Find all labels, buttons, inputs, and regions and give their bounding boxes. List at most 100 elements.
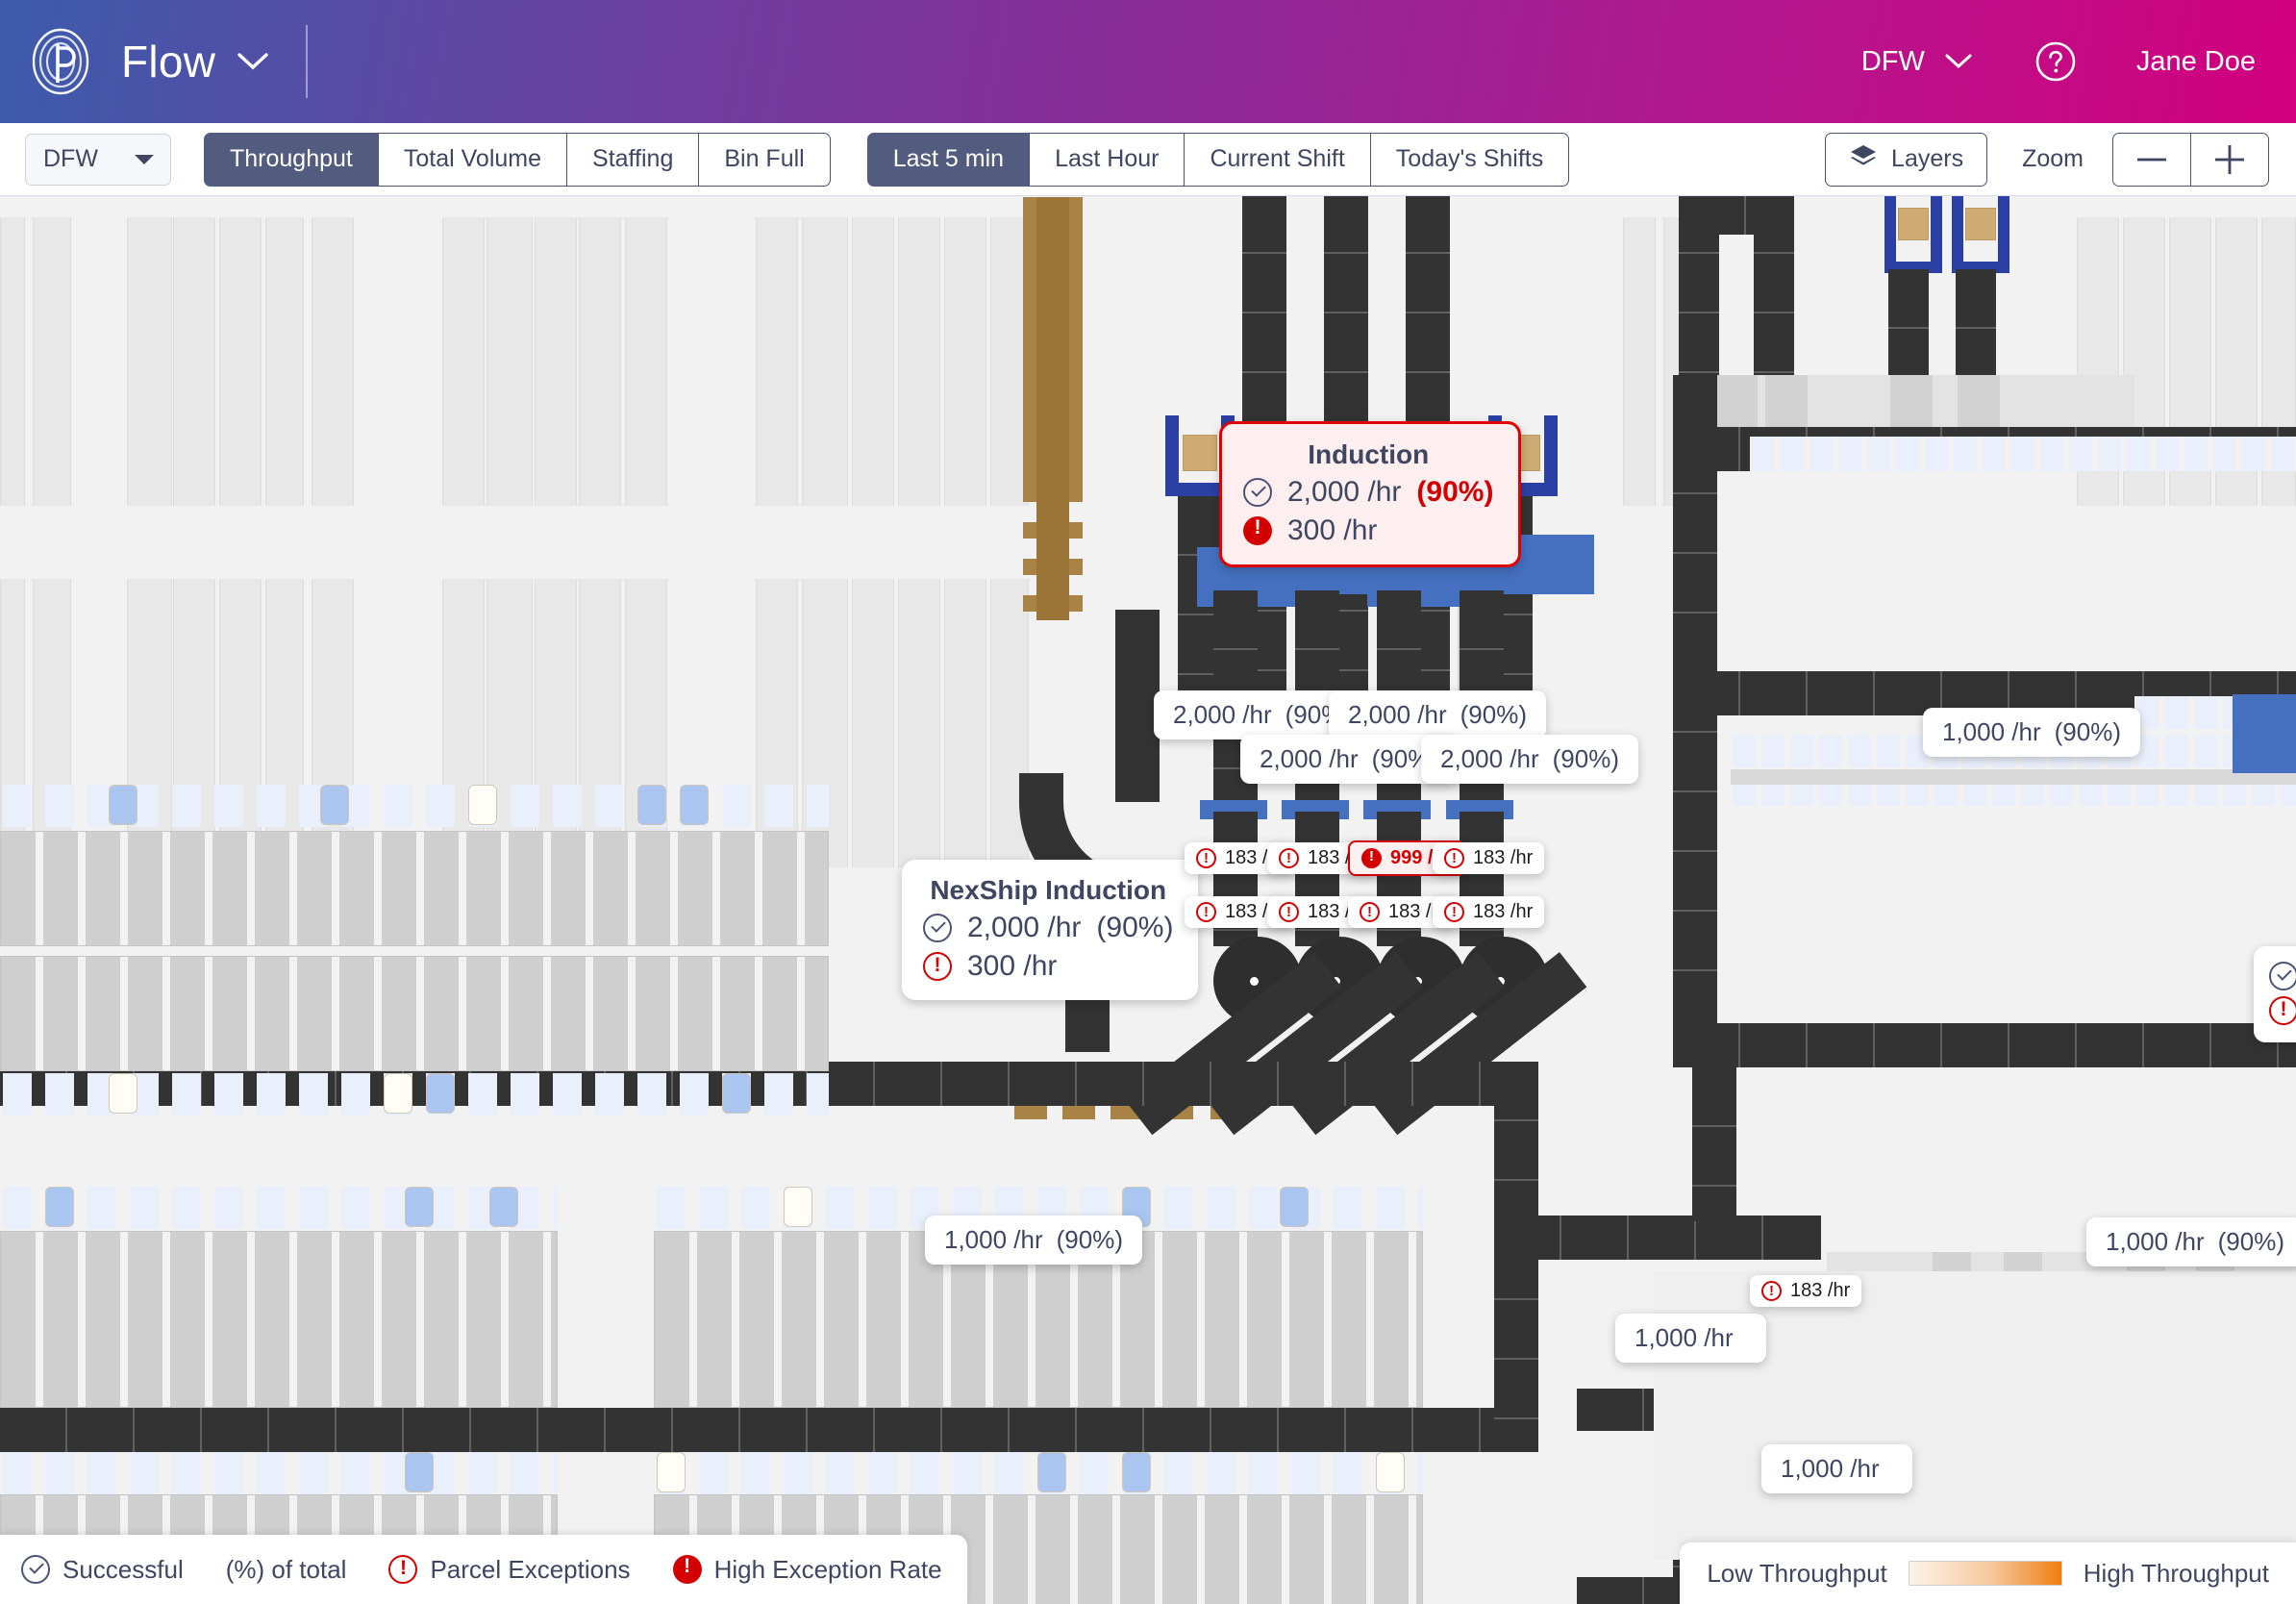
facility-map-canvas[interactable]: Induction 2,000 /hr (90%) 300 /hr NexShi…	[0, 196, 2296, 1604]
pill-value: 2,000 /hr	[1440, 744, 1539, 773]
legend-label: (%) of total	[225, 1554, 347, 1584]
tooltip-card-nexship-induction[interactable]: NexShip Induction 2,000 /hr (90%) 300 /h…	[902, 860, 1199, 1000]
toolbar-right-group: Layers Zoom	[1825, 132, 2296, 187]
layers-button[interactable]: Layers	[1825, 132, 1988, 187]
tooltip-pill-right-upper[interactable]: 1,000 /hr (90%)	[1923, 708, 2140, 757]
exclamation-outline-icon	[1196, 902, 1216, 922]
user-name-label[interactable]: Jane Doe	[2136, 46, 2256, 78]
tooltip-card-induction[interactable]: Induction 2,000 /hr (90%) 300 /hr	[1219, 421, 1522, 567]
exclamation-outline-icon	[1196, 848, 1216, 868]
tooltip-card-right-edge-clipped[interactable]	[2254, 946, 2296, 1042]
throughput-low-label: Low Throughput	[1707, 1558, 1887, 1588]
time-range-tab-group: Last 5 min Last Hour Current Shift Today…	[866, 132, 1570, 187]
legend-label: Successful	[62, 1554, 184, 1584]
tooltip-badge-chute-8[interactable]: 183 /hr	[1433, 896, 1545, 928]
throughput-high-label: High Throughput	[2083, 1558, 2269, 1588]
tooltip-exception-row: 300 /hr	[1243, 514, 1493, 547]
tooltip-pill-sorter-2[interactable]: 2,000 /hr (90%)	[1329, 690, 1546, 739]
exclamation-outline-icon	[1279, 848, 1299, 868]
pill-pct: (90%)	[1552, 744, 1619, 773]
check-circle-icon	[1243, 478, 1272, 507]
map-toolbar: DFW Throughput Total Volume Staffing Bin…	[0, 123, 2296, 196]
check-circle-icon	[2269, 962, 2296, 990]
exclamation-outline-icon	[1444, 848, 1464, 868]
legend-item-successful: Successful	[21, 1555, 184, 1585]
throughput-scale-legend: Low Throughput High Throughput	[1680, 1542, 2296, 1604]
tooltip-pill-main-line[interactable]: 1,000 /hr (90%)	[925, 1216, 1142, 1265]
tab-staffing[interactable]: Staffing	[566, 132, 700, 187]
tab-bin-full[interactable]: Bin Full	[698, 132, 831, 187]
chevron-down-icon[interactable]	[237, 51, 269, 72]
pill-pct: (90%)	[1460, 700, 1527, 729]
pill-value: 1,000 /hr	[944, 1225, 1043, 1254]
plus-icon	[2215, 144, 2244, 174]
tooltip-badge-chute-9[interactable]: 183 /hr	[1750, 1275, 1862, 1307]
tooltip-badge-chute-4[interactable]: 183 /hr	[1433, 842, 1545, 874]
exclamation-outline-icon	[1360, 902, 1380, 922]
help-circle-icon[interactable]	[2034, 40, 2077, 83]
chevron-down-icon[interactable]	[1944, 52, 1973, 71]
tooltip-success-value: 2,000 /hr	[1287, 476, 1402, 508]
tab-last-5-min[interactable]: Last 5 min	[866, 132, 1031, 187]
tab-todays-shifts[interactable]: Today's Shifts	[1369, 132, 1570, 187]
throughput-gradient-bar	[1908, 1561, 2062, 1586]
tooltip-exception-value: 300 /hr	[967, 950, 1058, 982]
exclamation-outline-icon	[1279, 902, 1299, 922]
check-circle-icon	[21, 1555, 50, 1584]
tooltip-pill-riser[interactable]: 1,000 /hr	[1615, 1314, 1766, 1363]
pill-value: 2,000 /hr	[1348, 700, 1447, 729]
tab-total-volume[interactable]: Total Volume	[377, 132, 568, 187]
legend-item-pct-of-total: (%) of total	[226, 1555, 347, 1585]
tooltip-success-pct: (90%)	[1096, 912, 1174, 943]
tooltip-exception-value: 300 /hr	[1287, 514, 1378, 546]
legend-label: Parcel Exceptions	[430, 1554, 631, 1584]
legend-item-parcel-exceptions: Parcel Exceptions	[388, 1554, 631, 1585]
exclamation-filled-icon	[1243, 514, 1272, 545]
tooltip-title: NexShip Induction	[930, 875, 1167, 905]
exclamation-outline-icon	[2269, 995, 2296, 1025]
zoom-label: Zoom	[2022, 145, 2084, 172]
zoom-out-button[interactable]	[2112, 132, 2191, 187]
exclamation-outline-icon	[923, 951, 952, 981]
badge-value: 183 /hr	[1790, 1280, 1851, 1301]
pill-value: 1,000 /hr	[2106, 1227, 2205, 1256]
pill-value: 2,000 /hr	[1260, 744, 1359, 773]
tooltip-success-row: 2,000 /hr (90%)	[1243, 476, 1493, 509]
exclamation-filled-icon	[1361, 846, 1382, 868]
tooltip-success-row	[2269, 962, 2296, 990]
connector-belt-1	[1494, 1216, 1821, 1260]
zoom-in-button[interactable]	[2190, 132, 2269, 187]
tooltip-success-value: 2,000 /hr	[967, 912, 1082, 943]
pitney-bowes-logo-icon	[25, 26, 96, 97]
header-right-group: DFW Jane Doe	[1861, 40, 2296, 83]
pill-value: 2,000 /hr	[1173, 700, 1272, 729]
pill-value: 1,000 /hr	[1635, 1323, 1734, 1352]
layers-button-label: Layers	[1891, 145, 1964, 172]
tooltip-pill-sorter-4[interactable]: 2,000 /hr (90%)	[1421, 735, 1638, 784]
exclamation-outline-icon	[388, 1554, 418, 1584]
exclamation-outline-icon	[1761, 1281, 1782, 1301]
exclamation-outline-icon	[1444, 902, 1464, 922]
exclamation-filled-icon	[672, 1552, 702, 1584]
flow-app-window: Flow DFW Jane Doe DFW Throughput Total V…	[0, 0, 2296, 1604]
badge-value: 183 /hr	[1473, 901, 1534, 922]
metric-tab-group: Throughput Total Volume Staffing Bin Ful…	[204, 132, 831, 187]
site-select-dropdown[interactable]: DFW	[25, 133, 171, 186]
tab-last-hour[interactable]: Last Hour	[1029, 132, 1185, 187]
tab-current-shift[interactable]: Current Shift	[1184, 132, 1371, 187]
tooltip-success-pct: (90%)	[1416, 476, 1494, 508]
badge-value: 183 /hr	[1473, 847, 1534, 868]
tooltip-exception-row	[2269, 995, 2296, 1025]
main-conveyor-belt-lower	[0, 1408, 1538, 1452]
tooltip-pill-lower-line[interactable]: 1,000 /hr	[1761, 1444, 1912, 1493]
header-site-label[interactable]: DFW	[1861, 46, 1925, 78]
pill-pct: (90%)	[1056, 1225, 1123, 1254]
tab-throughput[interactable]: Throughput	[204, 132, 379, 187]
tooltip-title: Induction	[1308, 439, 1430, 469]
tooltip-pill-right-lower[interactable]: 1,000 /hr (90%)	[2086, 1217, 2296, 1266]
tooltip-success-row: 2,000 /hr (90%)	[923, 912, 1173, 944]
pill-pct: (90%)	[2217, 1227, 2284, 1256]
app-header: Flow DFW Jane Doe	[0, 0, 2296, 123]
check-circle-icon	[923, 914, 952, 942]
layers-stack-icon	[1849, 142, 1878, 176]
